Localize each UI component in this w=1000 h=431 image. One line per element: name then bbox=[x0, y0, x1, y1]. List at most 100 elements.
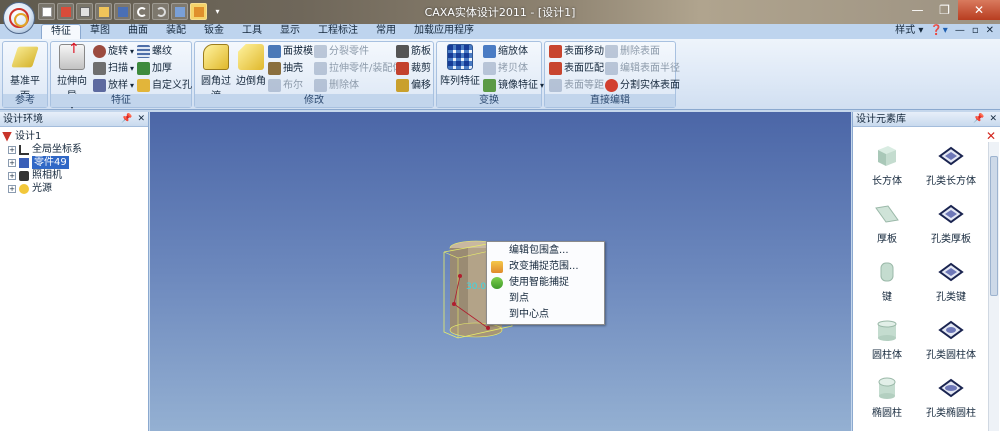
loft-label: 放样 bbox=[108, 80, 128, 91]
style-menu[interactable]: 样式 ▾ bbox=[895, 24, 923, 38]
ribbon-minimize-button[interactable]: — bbox=[955, 24, 965, 38]
split-part-button[interactable]: 分裂零件 bbox=[314, 44, 369, 59]
context-menu-item-edit-bounding-box[interactable]: 编辑包围盒... bbox=[487, 243, 604, 259]
delete-face-button[interactable]: 删除表面 bbox=[605, 44, 660, 59]
face-equidistant-button[interactable]: 表面等距 bbox=[549, 78, 604, 93]
design-element-library-panel: 设计元素库 📌 ✕ ✕ 长方体 孔类长方体 厚板 孔类厚板 键 孔类键 圆柱体 … bbox=[852, 112, 1000, 431]
context-menu-item-smart-snap[interactable]: 使用智能捕捉 bbox=[487, 275, 604, 291]
tab-common[interactable]: 常用 bbox=[367, 24, 405, 39]
application-menu-button[interactable] bbox=[3, 2, 35, 34]
thicken-button[interactable]: 加厚 bbox=[137, 61, 172, 76]
thread-button[interactable]: 螺纹 bbox=[137, 44, 172, 59]
expand-toggle[interactable]: + bbox=[8, 145, 16, 154]
pattern-feature-button[interactable]: 阵列特征 bbox=[440, 44, 480, 87]
copy-label: 拷贝体 bbox=[498, 63, 528, 74]
dimension-label[interactable]: 30.0 bbox=[466, 282, 486, 292]
scale-body-button[interactable]: 缩放体 bbox=[483, 44, 528, 59]
cylinder-icon bbox=[877, 320, 897, 341]
chamfer-button[interactable]: 边倒角 bbox=[235, 44, 267, 87]
library-item-cuboid-hole[interactable]: 孔类长方体 bbox=[920, 144, 982, 200]
close-icon[interactable]: ✕ bbox=[986, 129, 996, 143]
expand-toggle[interactable]: + bbox=[8, 184, 16, 193]
menu-item-label: 改变捕捉范围... bbox=[509, 261, 579, 272]
face-draft-button[interactable]: 面拔模 bbox=[268, 44, 313, 59]
library-item-key-hole[interactable]: 孔类键 bbox=[920, 260, 982, 316]
offset-button[interactable]: 偏移 bbox=[396, 78, 431, 93]
boolean-button[interactable]: 布尔 bbox=[268, 78, 303, 93]
minimize-button[interactable]: — bbox=[904, 0, 931, 20]
design-environment-panel: 设计环境 📌 ✕ 设计1 + 全局坐标系 + 零件49 + 照相机 + 光源 bbox=[0, 112, 149, 431]
3d-viewport[interactable]: 30.0 编辑包围盒... 改变捕捉范围... 使用智能捕捉 到点 到中心点 bbox=[150, 112, 851, 431]
tree-node[interactable]: 设计1 bbox=[2, 130, 146, 143]
scrollbar-thumb[interactable] bbox=[990, 156, 998, 296]
library-item-cylinder[interactable]: 圆柱体 bbox=[856, 318, 918, 374]
panel-close-button[interactable]: ✕ bbox=[137, 112, 145, 127]
context-menu-item-change-snap-range[interactable]: 改变捕捉范围... bbox=[487, 259, 604, 275]
tree-node[interactable]: + 照相机 bbox=[2, 169, 146, 182]
tree-node[interactable]: + 零件49 bbox=[2, 156, 146, 169]
library-item-label: 孔类长方体 bbox=[926, 176, 976, 187]
delete-body-button[interactable]: 删除体 bbox=[314, 78, 359, 93]
face-match-button[interactable]: 表面匹配 bbox=[549, 61, 604, 76]
sweep-button[interactable]: 扫描 ▾ bbox=[93, 61, 134, 76]
close-button[interactable]: ✕ bbox=[958, 0, 1000, 20]
copy-body-button[interactable]: 拷贝体 bbox=[483, 61, 528, 76]
mirror-feature-button[interactable]: 镜像特征 ▾ bbox=[483, 78, 544, 93]
tree-node[interactable]: + 光源 bbox=[2, 182, 146, 195]
split-solid-face-button[interactable]: 分割实体表面 bbox=[605, 78, 680, 93]
window-controls: — ❐ ✕ bbox=[904, 0, 1000, 20]
pin-button[interactable]: 📌 bbox=[973, 112, 984, 127]
library-item-label: 孔类键 bbox=[936, 292, 966, 303]
edit-face-radius-button[interactable]: 编辑表面半径 bbox=[605, 61, 680, 76]
pin-button[interactable]: 📌 bbox=[121, 112, 132, 127]
transform-group: 阵列特征 缩放体 拷贝体 镜像特征 ▾ 变换 bbox=[436, 41, 544, 108]
library-item-slab[interactable]: 厚板 bbox=[856, 202, 918, 258]
tab-load-apps[interactable]: 加载应用程序 bbox=[405, 24, 483, 39]
edit-face-radius-icon bbox=[605, 62, 618, 75]
tab-assembly[interactable]: 装配 bbox=[157, 24, 195, 39]
smart-snap-icon bbox=[491, 277, 503, 289]
edit-face-radius-label: 编辑表面半径 bbox=[620, 63, 680, 74]
maximize-button[interactable]: ❐ bbox=[931, 0, 958, 20]
library-item-ellipse-cylinder-hole[interactable]: 孔类椭圆柱 bbox=[920, 376, 982, 431]
face-match-icon bbox=[549, 62, 562, 75]
library-scrollbar[interactable] bbox=[988, 142, 999, 431]
expand-toggle[interactable]: + bbox=[8, 158, 16, 167]
library-item-slab-hole[interactable]: 孔类厚板 bbox=[920, 202, 982, 258]
library-item-ellipse-cylinder[interactable]: 椭圆柱 bbox=[856, 376, 918, 431]
tab-display[interactable]: 显示 bbox=[271, 24, 309, 39]
tree-node[interactable]: + 全局坐标系 bbox=[2, 143, 146, 156]
menu-item-label: 使用智能捕捉 bbox=[509, 277, 569, 288]
ribbon-close-button[interactable]: ✕ bbox=[986, 24, 994, 38]
panel-close-button[interactable]: ✕ bbox=[989, 112, 997, 127]
tab-surface[interactable]: 曲面 bbox=[119, 24, 157, 39]
shell-button[interactable]: 抽壳 bbox=[268, 61, 303, 76]
library-item-cuboid[interactable]: 长方体 bbox=[856, 144, 918, 200]
tab-sketch[interactable]: 草图 bbox=[81, 24, 119, 39]
help-button[interactable]: ❓▾ bbox=[930, 24, 947, 38]
ribbon-restore-button[interactable]: ▫ bbox=[972, 24, 979, 38]
context-menu-item-to-point[interactable]: 到点 bbox=[487, 291, 604, 307]
context-menu-item-to-center-point[interactable]: 到中心点 bbox=[487, 307, 604, 323]
tree-node-label: 照相机 bbox=[32, 170, 62, 181]
stretch-part-button[interactable]: 拉伸零件/装配体 bbox=[314, 61, 402, 76]
chamfer-icon bbox=[238, 44, 264, 70]
tab-feature[interactable]: 特征 bbox=[41, 24, 81, 39]
loft-button[interactable]: 放样 ▾ bbox=[93, 78, 134, 93]
tab-engineering-annotation[interactable]: 工程标注 bbox=[309, 24, 367, 39]
stretch-part-label: 拉伸零件/装配体 bbox=[329, 63, 403, 74]
feature-group-label: 特征 bbox=[51, 94, 191, 107]
expand-toggle[interactable]: + bbox=[8, 171, 16, 180]
maximize-icon: ❐ bbox=[939, 3, 950, 17]
rib-button[interactable]: 筋板 bbox=[396, 44, 431, 59]
trim-button[interactable]: 裁剪 bbox=[396, 61, 431, 76]
library-item-key[interactable]: 键 bbox=[856, 260, 918, 316]
tab-tools[interactable]: 工具 bbox=[233, 24, 271, 39]
library-item-cylinder-hole[interactable]: 孔类圆柱体 bbox=[920, 318, 982, 374]
revolve-button[interactable]: 旋转 ▾ bbox=[93, 44, 134, 59]
cuboid-hole-icon bbox=[938, 146, 964, 166]
face-move-button[interactable]: 表面移动 bbox=[549, 44, 604, 59]
tab-sheet-metal[interactable]: 钣金 bbox=[195, 24, 233, 39]
menu-item-label: 编辑包围盒... bbox=[509, 245, 569, 256]
custom-hole-button[interactable]: 自定义孔 bbox=[137, 78, 192, 93]
